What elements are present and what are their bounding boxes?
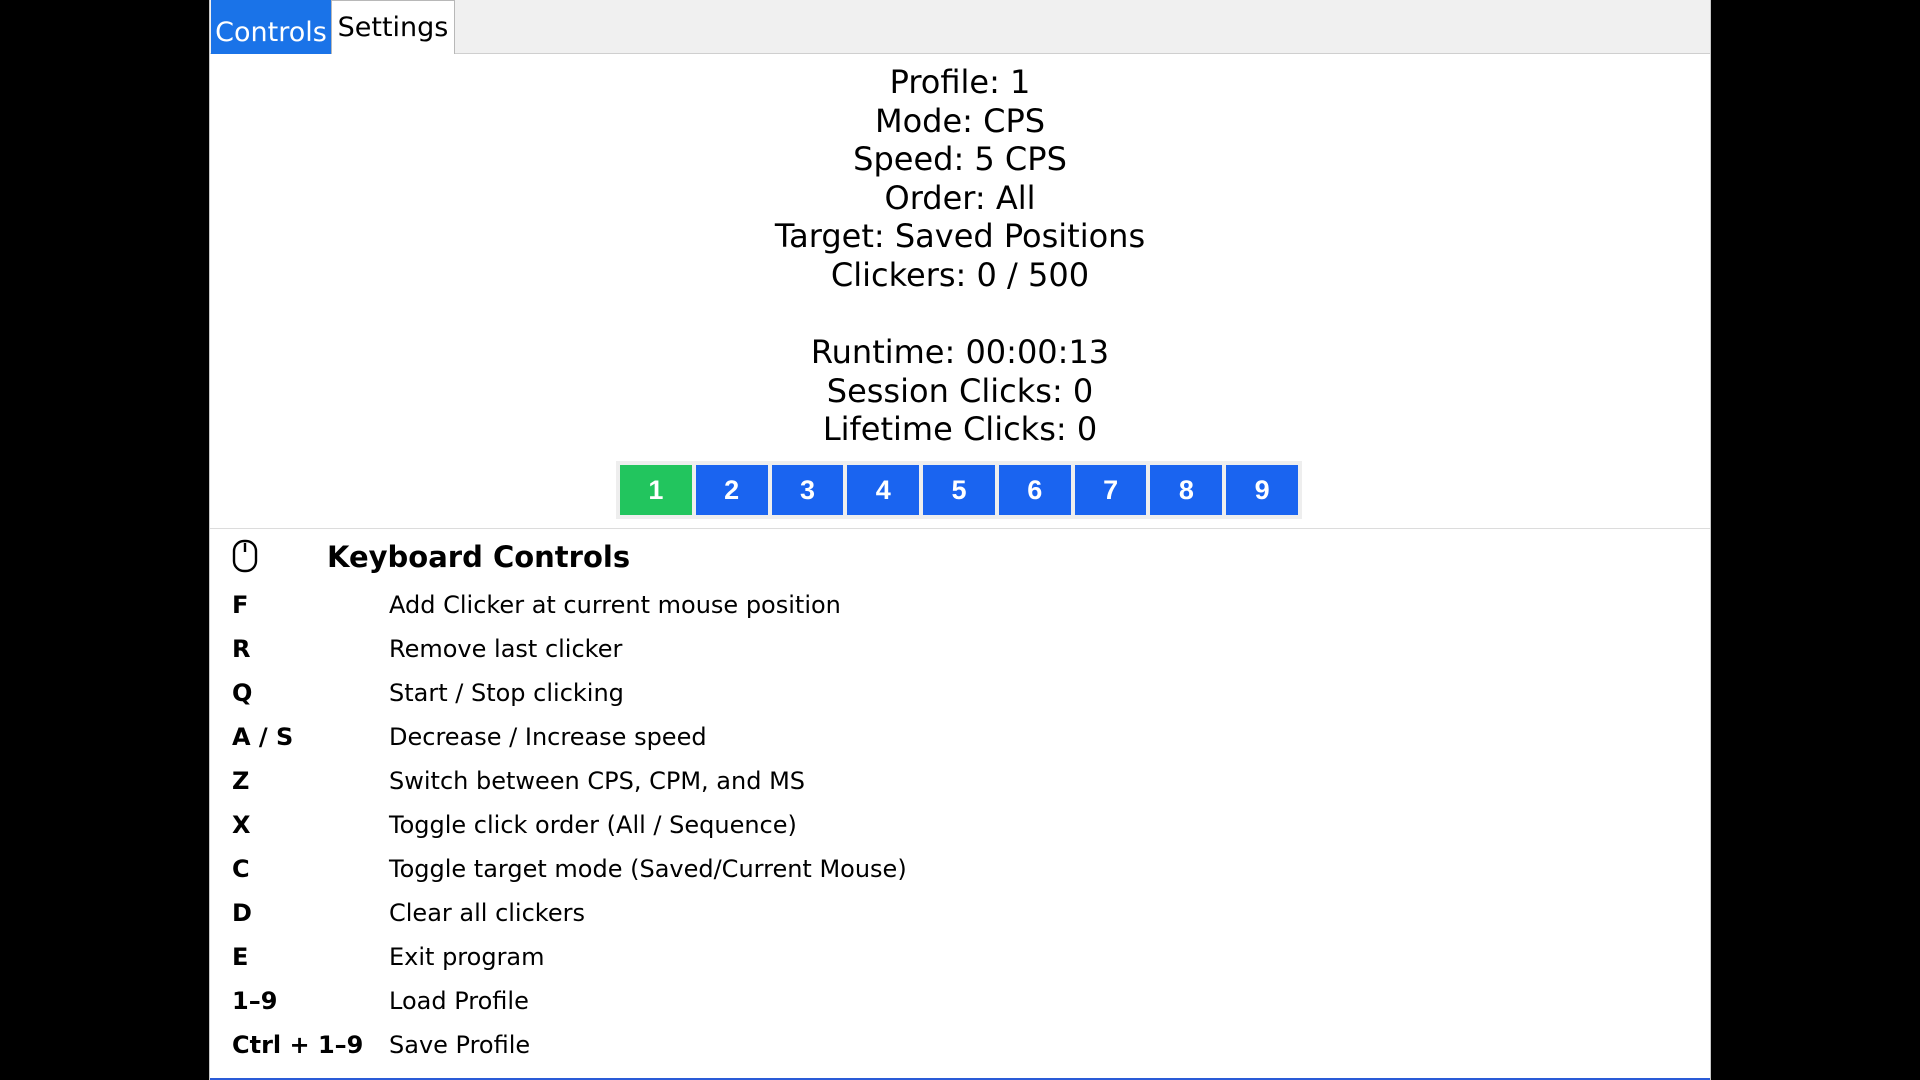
control-row-speed: A / S Decrease / Increase speed (232, 717, 1632, 757)
order-status: Order: All (884, 178, 1036, 217)
tab-settings[interactable]: Settings (331, 0, 455, 54)
control-key: E (232, 943, 249, 971)
control-row-clear-clickers: D Clear all clickers (232, 893, 1632, 933)
profile-button-7[interactable]: 7 (1074, 465, 1147, 515)
control-row-add-clicker: F Add Clicker at current mouse position (232, 585, 1632, 625)
keyboard-controls-panel: Keyboard Controls F Add Clicker at curre… (210, 528, 1710, 1080)
control-key: Q (232, 679, 253, 707)
lifetime-clicks-status: Lifetime Clicks: 0 (822, 410, 1098, 449)
clickers-status: Clickers: 0 / 500 (830, 255, 1090, 294)
control-description: Load Profile (389, 987, 529, 1015)
control-row-remove-clicker: R Remove last clicker (232, 629, 1632, 669)
control-key: D (232, 899, 252, 927)
control-key: 1–9 (232, 987, 278, 1015)
speed-status: Speed: 5 CPS (853, 140, 1067, 179)
control-key: Ctrl + 1–9 (232, 1031, 364, 1059)
mode-status: Mode: CPS (874, 101, 1046, 140)
control-row-target-mode: C Toggle target mode (Saved/Current Mous… (232, 849, 1632, 889)
control-key: X (232, 811, 251, 839)
window-bottom-edge (210, 1072, 1710, 1080)
status-spacer (210, 295, 1710, 334)
control-key: C (232, 855, 250, 883)
control-description: Start / Stop clicking (389, 679, 624, 707)
mouse-icon (232, 539, 258, 573)
control-description: Toggle target mode (Saved/Current Mouse) (389, 855, 907, 883)
profile-button-2[interactable]: 2 (695, 465, 768, 515)
profile-button-5[interactable]: 5 (923, 465, 995, 515)
panel-title: Keyboard Controls (327, 540, 631, 574)
profile-status: Profile: 1 (889, 63, 1031, 101)
control-description: Toggle click order (All / Sequence) (389, 811, 797, 839)
control-description: Remove last clicker (389, 635, 623, 663)
control-description: Save Profile (389, 1031, 531, 1059)
tab-bar: Controls Settings (210, 0, 1710, 54)
profile-button-9[interactable]: 9 (1226, 465, 1299, 515)
control-description: Decrease / Increase speed (389, 723, 707, 751)
control-key: A / S (232, 723, 294, 751)
profile-button-8[interactable]: 8 (1150, 465, 1223, 515)
control-key: F (232, 591, 249, 619)
control-description: Add Clicker at current mouse position (389, 591, 841, 619)
profile-button-6[interactable]: 6 (998, 465, 1071, 515)
control-key: Z (232, 767, 250, 795)
tab-controls[interactable]: Controls (211, 0, 331, 54)
target-status: Target: Saved Positions (774, 217, 1146, 256)
control-description: Switch between CPS, CPM, and MS (389, 767, 806, 795)
profile-button-1[interactable]: 1 (620, 465, 692, 515)
control-row-load-profile: 1–9 Load Profile (232, 981, 1632, 1021)
control-row-exit: E Exit program (232, 937, 1632, 977)
profile-button-3[interactable]: 3 (771, 465, 844, 515)
control-row-start-stop: Q Start / Stop clicking (232, 673, 1632, 713)
control-row-click-order: X Toggle click order (All / Sequence) (232, 805, 1632, 845)
control-description: Exit program (389, 943, 545, 971)
profile-button-4[interactable]: 4 (847, 465, 920, 515)
control-row-save-profile: Ctrl + 1–9 Save Profile (232, 1025, 1632, 1065)
runtime-status: Runtime: 00:00:13 (810, 333, 1110, 372)
session-clicks-status: Session Clicks: 0 (826, 371, 1094, 410)
status-block: Profile: 1 Mode: CPS Speed: 5 CPS Order:… (210, 63, 1710, 449)
control-key: R (232, 635, 251, 663)
app-window: Controls Settings Profile: 1 Mode: CPS S… (209, 0, 1711, 1080)
control-row-switch-mode: Z Switch between CPS, CPM, and MS (232, 761, 1632, 801)
control-description: Clear all clickers (389, 899, 585, 927)
profile-selector: 1 2 3 4 5 6 7 8 9 (616, 461, 1302, 519)
